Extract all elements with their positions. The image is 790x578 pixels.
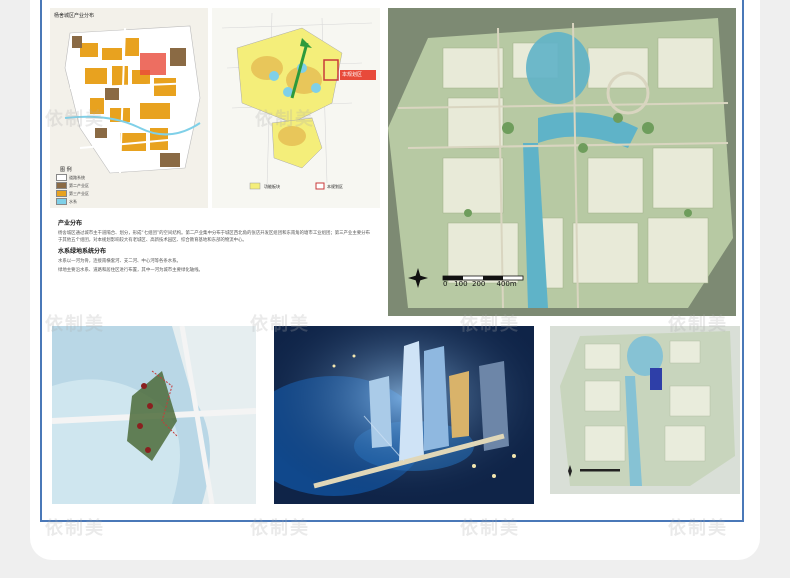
legend-item: 第三产业区 bbox=[56, 190, 89, 197]
legend-label: 第三产业区 bbox=[69, 190, 89, 196]
legend-label: 道路系统 bbox=[69, 174, 85, 180]
industry-distribution-map: 杨舍城区产业分布 图 例 道路系统 第二产业区 第三产业区 水系 bbox=[50, 8, 208, 208]
masterplan-graphic bbox=[388, 18, 733, 309]
zones-map-graphic bbox=[221, 12, 376, 190]
description-text: 产业分布 杨舍城区通过城市主干道隔合、划分，形成“七组团”的空间结构。第二产业集… bbox=[58, 218, 370, 298]
night-rendering-graphic bbox=[274, 326, 534, 504]
detail-plan-graphic bbox=[52, 326, 256, 504]
legend-item: 水系 bbox=[56, 198, 77, 205]
detail-plan-image bbox=[52, 326, 256, 504]
legend-label: 第二产业区 bbox=[69, 182, 89, 188]
functional-zones-map: 本规划区 功能板块 本规划区 bbox=[212, 8, 380, 208]
section-heading: 产业分布 bbox=[58, 220, 83, 227]
legend-title: 图 例 bbox=[60, 167, 72, 173]
legend-swatch bbox=[56, 198, 67, 205]
plan-area-callout: 本规划区 bbox=[342, 72, 363, 78]
legend-label: 功能板块 bbox=[264, 184, 280, 189]
night-rendering-image bbox=[274, 326, 534, 504]
section-heading: 水系绿地系统分布 bbox=[58, 248, 107, 255]
legend-swatch bbox=[56, 190, 67, 197]
legend-swatch bbox=[56, 174, 67, 181]
paragraph: 杨舍城区通过城市主干道隔合、划分，形成“七组团”的空间结构。第二产业集中分布于城… bbox=[58, 231, 370, 243]
scale-bar-labels: 0 100 200 400m bbox=[443, 280, 517, 288]
legend-swatch bbox=[56, 182, 67, 189]
map-title: 杨舍城区产业分布 bbox=[54, 13, 95, 19]
legend-item: 道路系统 bbox=[56, 174, 85, 181]
legend-label: 水系 bbox=[69, 198, 77, 204]
legend-label: 本规划区 bbox=[327, 184, 343, 189]
legend-item: 第二产业区 bbox=[56, 182, 89, 189]
site-plan-graphic bbox=[560, 331, 735, 486]
masterplan-aerial-image: 0 100 200 400m bbox=[388, 8, 736, 316]
site-plan-image bbox=[550, 326, 740, 494]
paragraph: 水系以一河为骨，连接南横套河、支二河、中心河等各条水系。 bbox=[58, 259, 181, 264]
paragraph: 绿地主要沿水系、道路和居住区进行布置，其中一河为城市主要绿化轴线。 bbox=[58, 268, 203, 273]
scale-label: 100 bbox=[454, 280, 468, 288]
scale-label: 400m bbox=[496, 280, 517, 288]
scale-label: 200 bbox=[471, 280, 486, 288]
scale-label: 0 bbox=[443, 280, 448, 288]
